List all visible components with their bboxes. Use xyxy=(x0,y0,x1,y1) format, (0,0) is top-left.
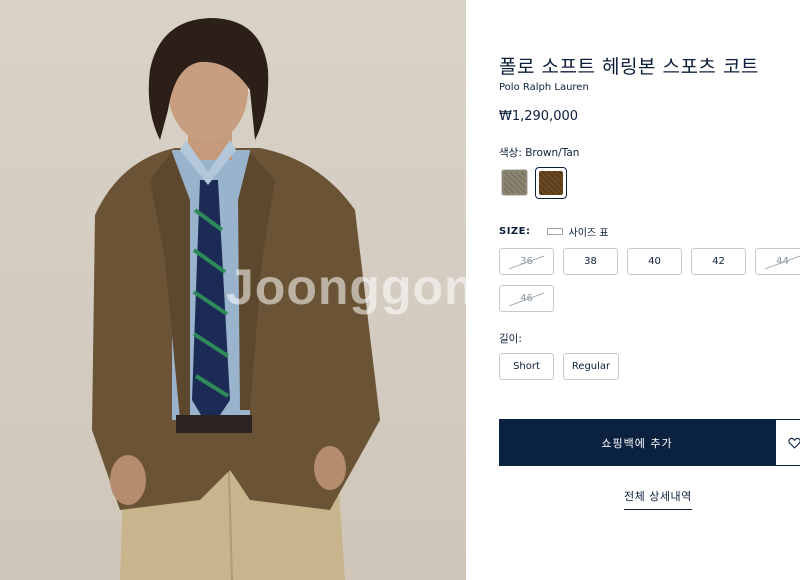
length-label: 길이: xyxy=(499,333,522,345)
ruler-icon xyxy=(546,228,563,235)
size-header: SIZE: 사이즈 표 xyxy=(499,224,609,239)
color-swatch-brown-tan-selected[interactable] xyxy=(535,167,567,199)
add-to-bag-button[interactable]: 쇼핑백에 추가 xyxy=(499,419,775,466)
length-option-short[interactable]: Short xyxy=(499,353,554,380)
size-label: SIZE: xyxy=(499,226,531,237)
product-title: 폴로 소프트 헤링본 스포츠 코트 xyxy=(499,56,759,78)
full-details-link[interactable]: 전체 상세내역 xyxy=(624,488,692,510)
wishlist-button[interactable] xyxy=(775,419,800,466)
size-option-44[interactable]: 44 xyxy=(755,248,800,275)
length-option-regular[interactable]: Regular xyxy=(563,353,619,380)
size-option-46[interactable]: 46 xyxy=(499,285,554,312)
size-option-42[interactable]: 42 xyxy=(691,248,746,275)
watermark-text: Joonggon xyxy=(226,259,466,315)
size-option-38[interactable]: 38 xyxy=(563,248,618,275)
size-chart-link[interactable]: 사이즈 표 xyxy=(569,224,609,239)
size-option-40[interactable]: 40 xyxy=(627,248,682,275)
product-details-panel: 폴로 소프트 헤링본 스포츠 코트 Polo Ralph Lauren ₩1,2… xyxy=(466,0,800,580)
heart-icon xyxy=(788,437,800,449)
product-image[interactable]: Joonggon xyxy=(0,0,466,580)
color-label: 색상: Brown/Tan xyxy=(499,147,580,159)
product-price: ₩1,290,000 xyxy=(499,109,579,124)
size-option-36[interactable]: 36 xyxy=(499,248,554,275)
color-swatch-grey-tan[interactable] xyxy=(501,169,528,196)
brand-name[interactable]: Polo Ralph Lauren xyxy=(499,82,589,93)
